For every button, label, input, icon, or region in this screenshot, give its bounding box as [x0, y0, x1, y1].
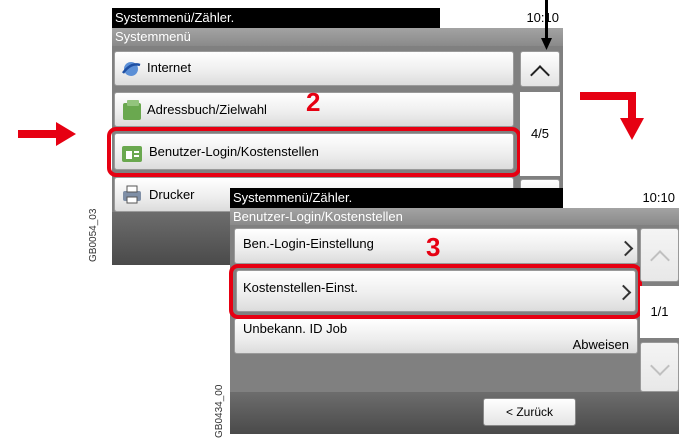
back-button[interactable]: < Zurück: [483, 398, 576, 426]
panel1-title: Systemmenü/Zähler.: [112, 8, 440, 28]
highlight-cost-center: [229, 264, 642, 319]
pointer-line-icon: [541, 0, 553, 52]
panel2-time: 10:10: [563, 188, 679, 208]
menu-item-label: Ben.-Login-Einstellung: [243, 236, 374, 251]
panel2-subtitle: Benutzer-Login/Kostenstellen: [230, 208, 679, 225]
page-indicator: 1/1: [640, 286, 679, 338]
menu-item-label: Drucker: [149, 187, 195, 202]
chevron-right-icon: [617, 240, 634, 257]
step-number-2: 2: [306, 87, 321, 117]
scroll-up-button[interactable]: [640, 228, 679, 282]
chevron-up-icon: [530, 65, 550, 85]
panel2-image-code: GB0434_00: [214, 384, 225, 438]
menu-item-label: Adressbuch/Zielwahl: [147, 102, 267, 117]
chevron-down-icon: [650, 356, 670, 376]
panel2-bottom-bar: [230, 392, 679, 434]
menu-item-label: Unbekann. ID Job: [243, 321, 348, 336]
panel2-title: Systemmenü/Zähler.: [230, 188, 563, 208]
panel1-image-code: GB0054_03: [88, 208, 99, 262]
menu-item-internet[interactable]: Internet: [114, 51, 514, 86]
scroll-down-button[interactable]: [640, 342, 679, 392]
internet-icon: [121, 60, 141, 78]
menu-item-label: Internet: [147, 60, 192, 75]
panel1-subtitle: Systemmenü: [112, 28, 563, 46]
arrow-down-right-icon: [580, 88, 652, 144]
printer-icon: [121, 184, 143, 204]
menu-item-unknown-id-job[interactable]: Unbekann. ID Job Abweisen: [234, 318, 638, 354]
menu-item-value: Abweisen: [572, 337, 629, 352]
highlight-user-login: [107, 127, 521, 177]
arrow-right-icon: [18, 122, 78, 146]
page-indicator: 4/5: [520, 92, 560, 176]
step-number-3: 3: [426, 232, 441, 262]
address-book-icon: [121, 99, 143, 121]
scroll-up-button[interactable]: [520, 51, 560, 87]
chevron-up-icon: [650, 250, 670, 270]
